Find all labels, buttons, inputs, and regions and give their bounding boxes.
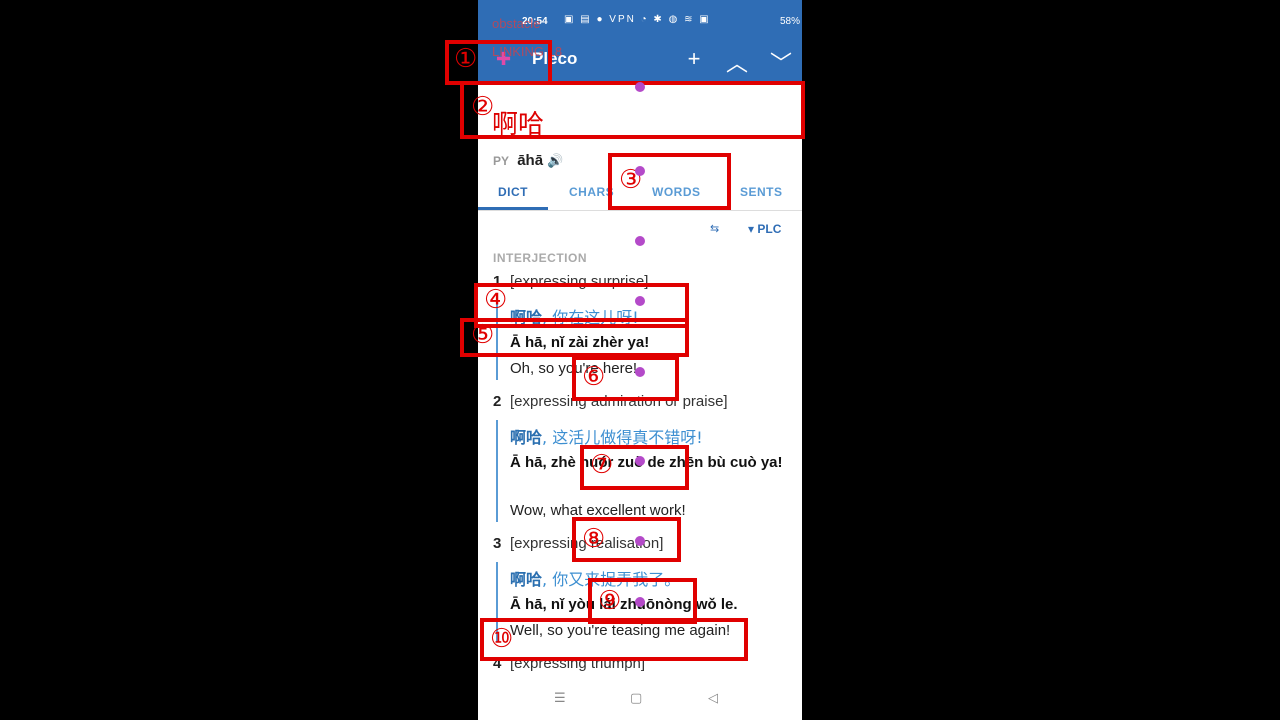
dropdown-arrow-icon: ▾ bbox=[748, 222, 755, 236]
annotation-box-2 bbox=[460, 81, 805, 139]
pinyin-label: PY bbox=[493, 154, 510, 168]
home-icon[interactable]: ▢ bbox=[630, 690, 642, 706]
dictionary-name: PLC bbox=[757, 222, 782, 236]
annotation-box-10 bbox=[480, 618, 748, 661]
example-bar bbox=[496, 420, 498, 522]
system-nav-bar: ☰ ▢ ◁ bbox=[478, 686, 802, 714]
ghost-text: obstacle bbox=[492, 16, 541, 31]
tap-marker bbox=[635, 82, 645, 92]
annotation-number-7: ⑦ bbox=[590, 450, 614, 480]
annotation-number-5: ⑤ bbox=[471, 320, 495, 350]
back-icon[interactable]: ◁ bbox=[708, 690, 718, 706]
tap-marker bbox=[635, 536, 645, 546]
tap-marker bbox=[635, 166, 645, 176]
annotation-number-2: ② bbox=[471, 92, 495, 122]
tap-marker bbox=[635, 296, 645, 306]
speaker-icon[interactable]: 🔊 bbox=[547, 153, 563, 168]
annotation-box-5 bbox=[460, 318, 689, 357]
annotation-number-8: ⑧ bbox=[582, 524, 606, 554]
sense-number: 2 bbox=[493, 393, 502, 410]
recent-apps-icon[interactable]: ☰ bbox=[554, 690, 566, 706]
previous-entry-icon[interactable]: ︿ bbox=[724, 46, 750, 78]
annotation-number-4: ④ bbox=[484, 285, 508, 315]
next-entry-icon[interactable]: ﹀ bbox=[768, 46, 794, 78]
part-of-speech: INTERJECTION bbox=[493, 251, 588, 265]
annotation-number-10: ⑩ bbox=[490, 624, 514, 654]
battery-level: 58% bbox=[780, 16, 801, 27]
tab-sents[interactable]: SENTS bbox=[740, 185, 783, 199]
tap-marker bbox=[635, 367, 645, 377]
add-icon[interactable]: + bbox=[681, 46, 707, 72]
filter-icon[interactable]: ⇆ bbox=[710, 222, 719, 235]
pinyin-line: PY āhā 🔊 bbox=[493, 152, 563, 169]
tap-marker bbox=[635, 236, 645, 246]
status-icons: ▣ ▤ ● VPN ◔ ✱ ◍ ≋ ▣ bbox=[564, 14, 711, 25]
active-tab-indicator bbox=[478, 207, 548, 210]
annotation-number-6: ⑥ bbox=[582, 362, 606, 392]
annotation-number-9: ⑨ bbox=[598, 586, 622, 616]
annotation-number-1: ① bbox=[454, 44, 478, 74]
sense-number: 3 bbox=[493, 535, 502, 552]
tap-marker bbox=[635, 597, 645, 607]
dictionary-selector[interactable]: ▾ PLC bbox=[748, 222, 781, 236]
tab-dict[interactable]: DICT bbox=[498, 185, 528, 199]
tap-marker bbox=[635, 456, 645, 466]
pinyin-value: āhā bbox=[517, 152, 544, 169]
